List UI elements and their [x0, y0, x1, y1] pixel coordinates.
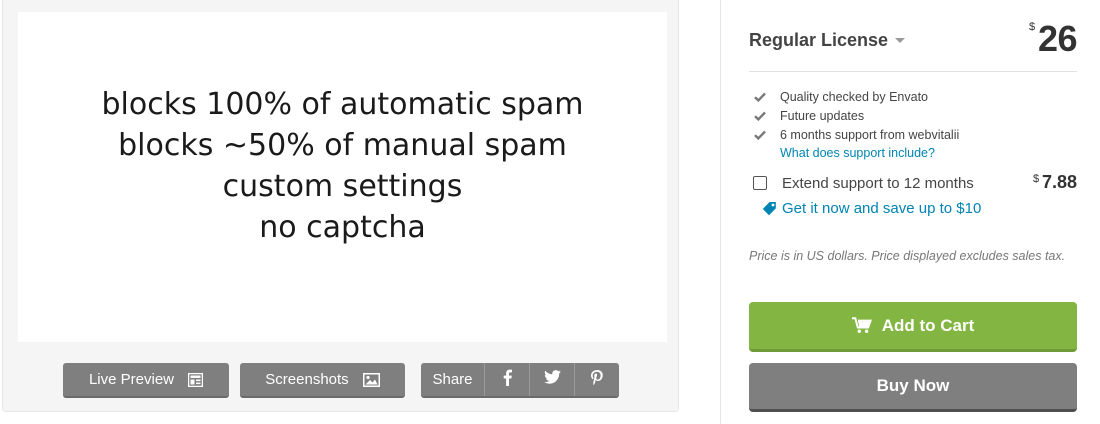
add-to-cart-label: Add to Cart	[881, 315, 975, 335]
image-icon	[362, 372, 380, 387]
layout-icon	[188, 372, 204, 387]
feature-item: Quality checked by Envato	[754, 87, 959, 106]
cart-icon	[851, 317, 872, 334]
twitter-icon	[543, 370, 561, 389]
tag-icon	[762, 201, 777, 216]
currency-symbol: $	[1028, 21, 1036, 33]
license-price: $ 26	[1029, 18, 1078, 60]
preview-text-line: custom settings	[222, 169, 463, 204]
preview-image[interactable]: blocks 100% of automatic spam blocks ~50…	[18, 12, 667, 342]
preview-text-line: blocks ~50% of manual spam	[118, 128, 567, 163]
license-label: Regular License	[749, 30, 889, 50]
chevron-down-icon	[895, 38, 906, 43]
pinterest-share-button[interactable]	[574, 363, 619, 396]
purchase-panel: Regular License $ 26 Quality checked by …	[749, 0, 1078, 424]
add-to-cart-button[interactable]: Add to Cart	[749, 302, 1077, 352]
live-preview-label: Live Preview	[88, 371, 175, 388]
facebook-share-button[interactable]	[484, 363, 529, 396]
buy-now-label: Buy Now	[876, 376, 950, 395]
facebook-icon	[503, 369, 512, 391]
support-link-item: What does support include?	[754, 144, 959, 163]
save-offer-link[interactable]: Get it now and save up to $10	[762, 200, 982, 217]
checkmark-icon	[754, 92, 780, 102]
extend-support-checkbox[interactable]	[753, 176, 767, 190]
live-preview-button[interactable]: Live Preview	[63, 363, 229, 398]
item-preview-card: blocks 100% of automatic spam blocks ~50…	[2, 0, 679, 412]
preview-text-line: blocks 100% of automatic spam	[101, 87, 584, 122]
license-row: Regular License $ 26	[749, 18, 1078, 72]
extend-price-amount: 7.88	[1041, 172, 1077, 192]
currency-symbol: $	[1032, 173, 1040, 185]
screenshots-button[interactable]: Screenshots	[240, 363, 405, 398]
feature-text: Future updates	[780, 108, 865, 123]
twitter-share-button[interactable]	[529, 363, 574, 396]
price-disclaimer: Price is in US dollars. Price displayed …	[749, 249, 1066, 263]
price-amount: 26	[1037, 18, 1078, 59]
share-group: Share	[421, 363, 619, 398]
feature-item: Future updates	[754, 106, 959, 125]
share-button[interactable]: Share	[421, 363, 484, 396]
checkmark-icon	[754, 130, 780, 140]
feature-item: 6 months support from webvitalii	[754, 125, 959, 144]
screenshots-label: Screenshots	[265, 371, 349, 388]
panel-divider	[720, 0, 721, 424]
preview-text-line: no captcha	[259, 210, 426, 245]
extend-support-label[interactable]: Extend support to 12 months	[782, 175, 974, 192]
save-offer-text: Get it now and save up to $10	[782, 200, 982, 217]
buy-now-button[interactable]: Buy Now	[749, 363, 1077, 412]
checkmark-icon	[754, 111, 780, 121]
pinterest-icon	[591, 369, 603, 390]
extend-support-row: Extend support to 12 months $ 7.88 Get i…	[749, 172, 1077, 222]
license-dropdown[interactable]: Regular License	[749, 30, 906, 51]
feature-list: Quality checked by Envato Future updates…	[754, 87, 959, 163]
extend-support-price: $ 7.88	[1033, 172, 1077, 193]
feature-text: 6 months support from webvitalii	[780, 127, 960, 142]
support-info-link[interactable]: What does support include?	[780, 144, 959, 163]
feature-text: Quality checked by Envato	[780, 89, 928, 104]
